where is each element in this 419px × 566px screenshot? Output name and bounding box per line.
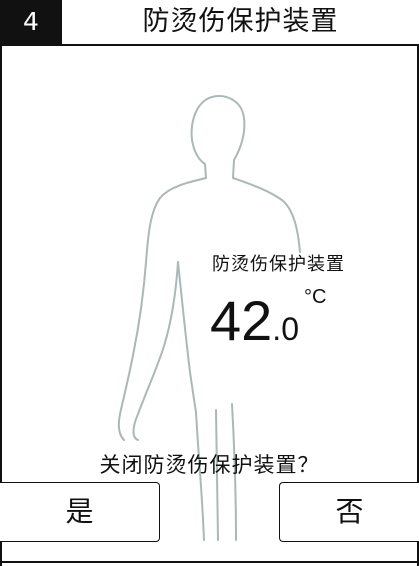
confirm-question: 关闭防烫伤保护装置？ bbox=[99, 453, 320, 477]
temperature-integer: 42 bbox=[210, 289, 273, 352]
yes-button[interactable]: 是 bbox=[0, 482, 160, 542]
temperature-decimal: .0 bbox=[272, 311, 299, 347]
bottom-divider bbox=[0, 561, 419, 563]
temperature-value: 42.0 bbox=[210, 290, 299, 352]
temperature-label: 防烫伤保护装置 bbox=[212, 254, 345, 275]
temperature-unit: °C bbox=[304, 286, 327, 308]
no-button[interactable]: 否 bbox=[279, 482, 419, 542]
